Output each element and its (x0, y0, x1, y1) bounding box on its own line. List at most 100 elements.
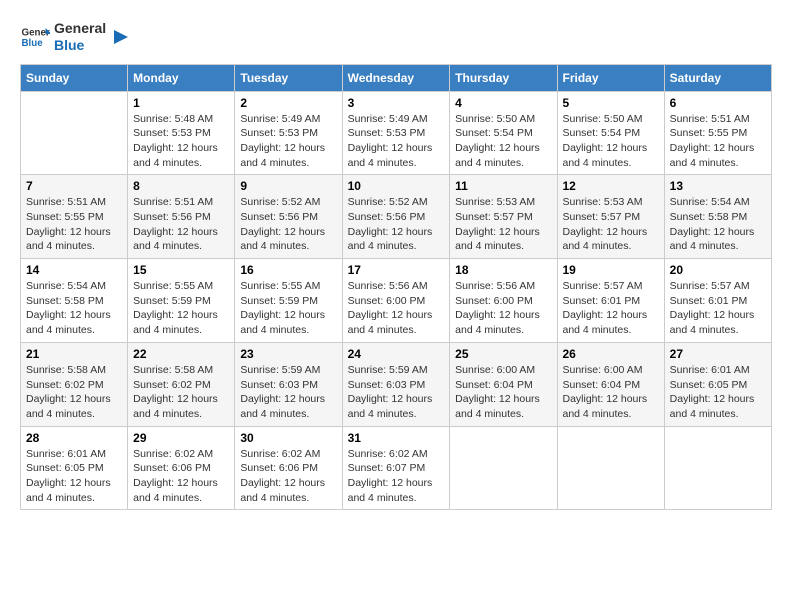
calendar-cell: 22 Sunrise: 5:58 AMSunset: 6:02 PMDayligh… (128, 342, 235, 426)
calendar-cell: 5 Sunrise: 5:50 AMSunset: 5:54 PMDaylight… (557, 91, 664, 175)
day-info: Sunrise: 5:51 AMSunset: 5:55 PMDaylight:… (670, 112, 766, 171)
calendar-cell: 18 Sunrise: 5:56 AMSunset: 6:00 PMDayligh… (450, 259, 557, 343)
calendar-week-row: 28Sunrise: 6:01 AMSunset: 6:05 PMDayligh… (21, 426, 772, 510)
calendar-cell: 12 Sunrise: 5:53 AMSunset: 5:57 PMDayligh… (557, 175, 664, 259)
day-number: 3 (348, 96, 445, 110)
day-info: Sunrise: 5:51 AMSunset: 5:56 PMDaylight:… (133, 195, 229, 254)
day-info: Sunrise: 5:57 AMSunset: 6:01 PMDaylight:… (563, 279, 659, 338)
weekday-header-wednesday: Wednesday (342, 64, 450, 91)
day-number: 18 (455, 263, 551, 277)
day-number: 22 (133, 347, 229, 361)
day-info: Sunrise: 5:50 AMSunset: 5:54 PMDaylight:… (563, 112, 659, 171)
day-info: Sunrise: 5:54 AMSunset: 5:58 PMDaylight:… (26, 279, 122, 338)
day-info: Sunrise: 6:01 AMSunset: 6:05 PMDaylight:… (670, 363, 766, 422)
day-number: 14 (26, 263, 122, 277)
day-info: Sunrise: 5:58 AMSunset: 6:02 PMDaylight:… (133, 363, 229, 422)
calendar-cell: 6 Sunrise: 5:51 AMSunset: 5:55 PMDaylight… (664, 91, 771, 175)
day-info: Sunrise: 5:59 AMSunset: 6:03 PMDaylight:… (240, 363, 336, 422)
day-info: Sunrise: 6:00 AMSunset: 6:04 PMDaylight:… (455, 363, 551, 422)
day-number: 1 (133, 96, 229, 110)
calendar-cell (450, 426, 557, 510)
calendar-cell: 29 Sunrise: 6:02 AMSunset: 6:06 PMDayligh… (128, 426, 235, 510)
day-number: 9 (240, 179, 336, 193)
day-number: 10 (348, 179, 445, 193)
calendar-cell: 4 Sunrise: 5:50 AMSunset: 5:54 PMDaylight… (450, 91, 557, 175)
day-info: Sunrise: 5:49 AMSunset: 5:53 PMDaylight:… (348, 112, 445, 171)
day-info: Sunrise: 5:57 AMSunset: 6:01 PMDaylight:… (670, 279, 766, 338)
logo-arrow-icon (110, 26, 132, 48)
calendar-cell: 30Sunrise: 6:02 AMSunset: 6:06 PMDayligh… (235, 426, 342, 510)
day-info: Sunrise: 6:01 AMSunset: 6:05 PMDaylight:… (26, 447, 122, 506)
day-info: Sunrise: 6:02 AMSunset: 6:07 PMDaylight:… (348, 447, 445, 506)
day-number: 6 (670, 96, 766, 110)
calendar-week-row: 21 Sunrise: 5:58 AMSunset: 6:02 PMDayligh… (21, 342, 772, 426)
day-info: Sunrise: 5:54 AMSunset: 5:58 PMDaylight:… (670, 195, 766, 254)
calendar-cell: 21 Sunrise: 5:58 AMSunset: 6:02 PMDayligh… (21, 342, 128, 426)
day-info: Sunrise: 6:02 AMSunset: 6:06 PMDaylight:… (240, 447, 336, 506)
day-number: 29 (133, 431, 229, 445)
day-info: Sunrise: 5:52 AMSunset: 5:56 PMDaylight:… (240, 195, 336, 254)
day-number: 19 (563, 263, 659, 277)
day-number: 16 (240, 263, 336, 277)
calendar-cell: 8 Sunrise: 5:51 AMSunset: 5:56 PMDaylight… (128, 175, 235, 259)
day-info: Sunrise: 5:56 AMSunset: 6:00 PMDaylight:… (455, 279, 551, 338)
day-number: 4 (455, 96, 551, 110)
day-number: 15 (133, 263, 229, 277)
calendar-cell: 24 Sunrise: 5:59 AMSunset: 6:03 PMDayligh… (342, 342, 450, 426)
day-number: 2 (240, 96, 336, 110)
weekday-header-saturday: Saturday (664, 64, 771, 91)
day-number: 20 (670, 263, 766, 277)
calendar-cell: 15Sunrise: 5:55 AMSunset: 5:59 PMDayligh… (128, 259, 235, 343)
day-info: Sunrise: 6:02 AMSunset: 6:06 PMDaylight:… (133, 447, 229, 506)
calendar-cell: 1 Sunrise: 5:48 AMSunset: 5:53 PMDaylight… (128, 91, 235, 175)
day-number: 13 (670, 179, 766, 193)
day-info: Sunrise: 5:51 AMSunset: 5:55 PMDaylight:… (26, 195, 122, 254)
calendar-cell (557, 426, 664, 510)
calendar-cell: 27 Sunrise: 6:01 AMSunset: 6:05 PMDayligh… (664, 342, 771, 426)
logo: General Blue General Blue (20, 20, 132, 54)
day-info: Sunrise: 5:59 AMSunset: 6:03 PMDaylight:… (348, 363, 445, 422)
calendar-cell: 17 Sunrise: 5:56 AMSunset: 6:00 PMDayligh… (342, 259, 450, 343)
day-number: 21 (26, 347, 122, 361)
day-info: Sunrise: 5:53 AMSunset: 5:57 PMDaylight:… (563, 195, 659, 254)
day-number: 24 (348, 347, 445, 361)
day-number: 25 (455, 347, 551, 361)
weekday-header-tuesday: Tuesday (235, 64, 342, 91)
calendar-cell: 19 Sunrise: 5:57 AMSunset: 6:01 PMDayligh… (557, 259, 664, 343)
calendar-cell: 13 Sunrise: 5:54 AMSunset: 5:58 PMDayligh… (664, 175, 771, 259)
logo-blue: Blue (54, 37, 106, 54)
logo-general: General (54, 20, 106, 37)
calendar-cell: 20 Sunrise: 5:57 AMSunset: 6:01 PMDayligh… (664, 259, 771, 343)
day-info: Sunrise: 5:56 AMSunset: 6:00 PMDaylight:… (348, 279, 445, 338)
day-info: Sunrise: 6:00 AMSunset: 6:04 PMDaylight:… (563, 363, 659, 422)
logo-icon: General Blue (20, 22, 50, 52)
day-number: 26 (563, 347, 659, 361)
calendar-cell: 3 Sunrise: 5:49 AMSunset: 5:53 PMDaylight… (342, 91, 450, 175)
day-info: Sunrise: 5:58 AMSunset: 6:02 PMDaylight:… (26, 363, 122, 422)
calendar-cell (664, 426, 771, 510)
day-number: 31 (348, 431, 445, 445)
day-number: 5 (563, 96, 659, 110)
day-info: Sunrise: 5:53 AMSunset: 5:57 PMDaylight:… (455, 195, 551, 254)
day-info: Sunrise: 5:48 AMSunset: 5:53 PMDaylight:… (133, 112, 229, 171)
calendar-week-row: 14 Sunrise: 5:54 AMSunset: 5:58 PMDayligh… (21, 259, 772, 343)
day-number: 27 (670, 347, 766, 361)
calendar-cell: 26 Sunrise: 6:00 AMSunset: 6:04 PMDayligh… (557, 342, 664, 426)
day-info: Sunrise: 5:52 AMSunset: 5:56 PMDaylight:… (348, 195, 445, 254)
calendar-cell: 25 Sunrise: 6:00 AMSunset: 6:04 PMDayligh… (450, 342, 557, 426)
calendar-cell: 2 Sunrise: 5:49 AMSunset: 5:53 PMDaylight… (235, 91, 342, 175)
day-number: 12 (563, 179, 659, 193)
day-number: 11 (455, 179, 551, 193)
day-number: 8 (133, 179, 229, 193)
day-info: Sunrise: 5:50 AMSunset: 5:54 PMDaylight:… (455, 112, 551, 171)
header: General Blue General Blue (20, 20, 772, 54)
calendar-week-row: 7Sunrise: 5:51 AMSunset: 5:55 PMDaylight… (21, 175, 772, 259)
day-number: 17 (348, 263, 445, 277)
weekday-header-row: SundayMondayTuesdayWednesdayThursdayFrid… (21, 64, 772, 91)
day-number: 23 (240, 347, 336, 361)
calendar-cell: 9 Sunrise: 5:52 AMSunset: 5:56 PMDaylight… (235, 175, 342, 259)
day-info: Sunrise: 5:49 AMSunset: 5:53 PMDaylight:… (240, 112, 336, 171)
calendar-week-row: 1 Sunrise: 5:48 AMSunset: 5:53 PMDaylight… (21, 91, 772, 175)
calendar-cell: 10 Sunrise: 5:52 AMSunset: 5:56 PMDayligh… (342, 175, 450, 259)
calendar-cell (21, 91, 128, 175)
